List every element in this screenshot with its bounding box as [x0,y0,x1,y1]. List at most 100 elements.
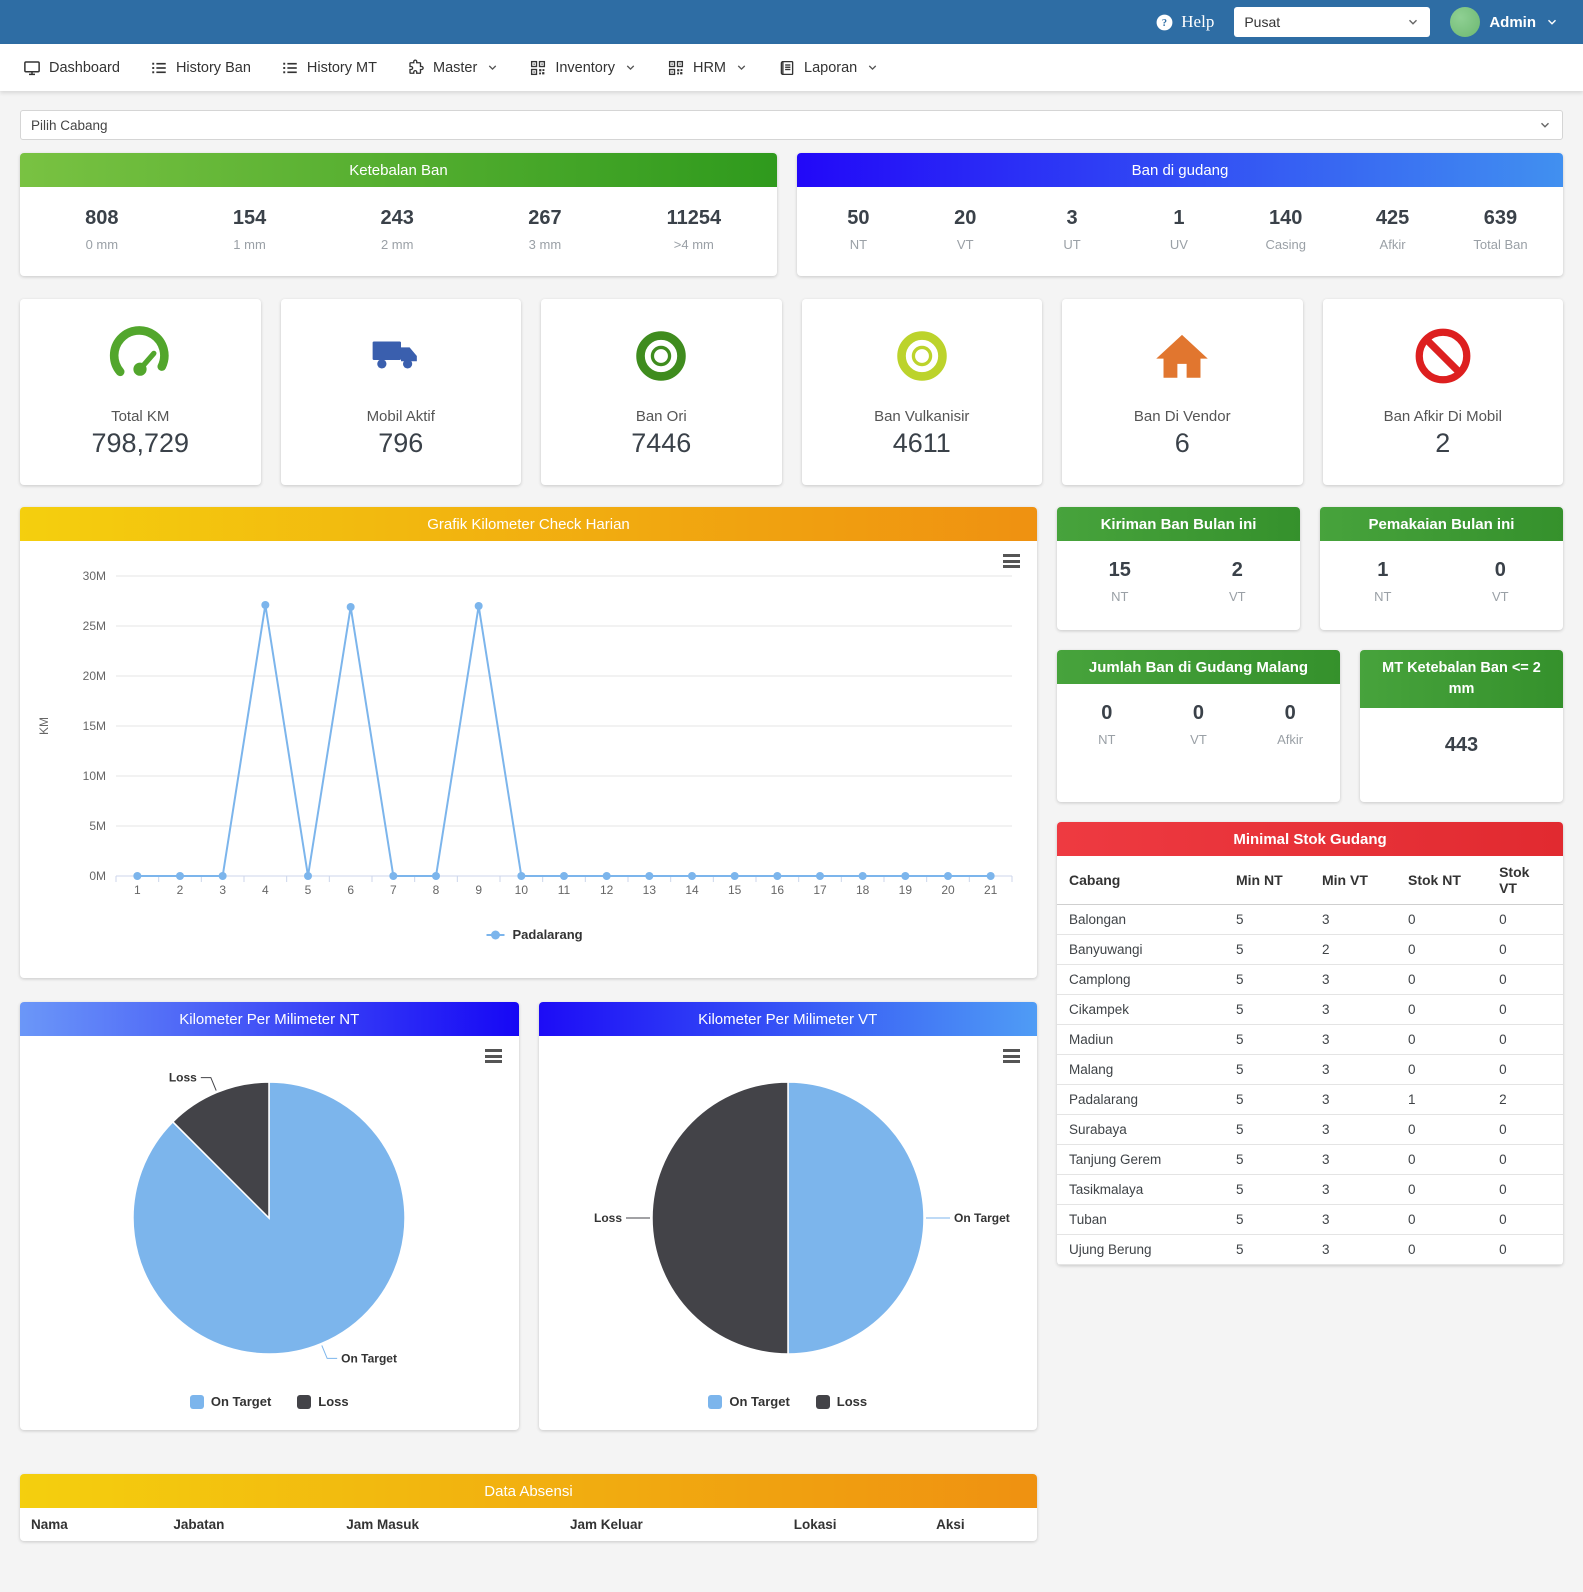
km-per-mm-vt-pie[interactable]: On TargetLoss [539,1036,1037,1388]
qr-grid-icon [529,59,547,77]
menu-item-hrm[interactable]: HRM [652,44,763,91]
stat-card-ban-afkir-di-mobil: Ban Afkir Di Mobil 2 [1323,299,1564,485]
speedometer-icon [100,323,180,389]
table-row: Camplong5300 [1057,965,1563,995]
legend-item-on-target[interactable]: On Target [708,1394,789,1409]
stat-label: VT [939,237,991,252]
menu-item-history-ban[interactable]: History Ban [135,44,266,91]
monitor-icon [23,59,41,77]
svg-text:12: 12 [600,883,614,897]
table-cell: 3 [1310,1025,1396,1055]
stat-label: Total Ban [1473,237,1527,252]
stat-value: 154 [224,207,276,230]
pemakaian-card: Pemakaian Bulan ini 1NT0VT [1320,507,1563,630]
menu-item-laporan[interactable]: Laporan [763,44,894,91]
column-header: Lokasi [783,1508,925,1541]
menu-item-dashboard[interactable]: Dashboard [8,44,135,91]
stat-value: 11254 [667,207,722,230]
menu-item-label: Master [433,60,477,76]
legend-item-loss[interactable]: Loss [816,1394,867,1409]
chevron-down-icon [866,61,879,74]
home-icon [1142,323,1222,389]
table-cell: 0 [1487,1025,1563,1055]
table-cell: Tasikmalaya [1057,1175,1224,1205]
pilih-cabang-placeholder: Pilih Cabang [31,118,108,133]
main-menubar: DashboardHistory Ban History MT Master Inve… [0,44,1583,91]
table-cell: Banyuwangi [1057,935,1224,965]
menu-item-master[interactable]: Master [392,44,514,91]
table-row: Madiun5300 [1057,1025,1563,1055]
list-icon [281,59,299,77]
stat-card-value: 2 [1323,428,1564,459]
table-row: Balongan5300 [1057,905,1563,935]
svg-text:1: 1 [134,883,141,897]
menu-item-label: Laporan [804,60,857,76]
stat-value: 243 [371,207,423,230]
list-icon [150,59,168,77]
table-cell: 5 [1224,905,1310,935]
svg-text:13: 13 [643,883,657,897]
help-button[interactable]: ? Help [1155,12,1214,32]
pemakaian-title: Pemakaian Bulan ini [1320,507,1563,541]
stat-value: 267 [519,207,571,230]
stat-card-value: 6 [1062,428,1303,459]
pilih-cabang-select[interactable]: Pilih Cabang [20,110,1563,140]
legend-item-on-target[interactable]: On Target [190,1394,271,1409]
stat-afkir: 0Afkir [1264,702,1316,747]
minimal-stok-card: Minimal Stok Gudang CabangMin NTMin VTSt… [1057,822,1563,1265]
svg-text:8: 8 [433,883,440,897]
km-per-mm-nt-pie[interactable]: On TargetLoss [20,1036,518,1388]
stat-label: NT [832,237,884,252]
table-cell: 3 [1310,1175,1396,1205]
mt-ketebalan-title: MT Ketebalan Ban <= 2 mm [1360,650,1563,708]
stat-vt: 0VT [1172,702,1224,747]
svg-text:5M: 5M [89,819,106,833]
chevron-down-icon [735,61,748,74]
data-absensi-title: Data Absensi [20,1474,1037,1508]
stat-card-title: Ban Di Vendor [1062,408,1303,425]
svg-text:30M: 30M [83,569,106,583]
table-cell: Camplong [1057,965,1224,995]
legend-item-loss[interactable]: Loss [297,1394,348,1409]
chart-menu-icon[interactable] [1003,554,1020,571]
column-header: Aksi [925,1508,1037,1541]
stat-value: 425 [1367,207,1419,230]
menu-item-history-mt[interactable]: History MT [266,44,392,91]
column-header: Jam Masuk [335,1508,559,1541]
column-header: Stok NT [1396,856,1487,905]
svg-text:11: 11 [558,883,571,897]
branch-select[interactable]: Pusat [1234,7,1430,37]
table-cell: 0 [1396,905,1487,935]
stat-3-mm: 2673 mm [519,207,571,252]
km-check-line-chart[interactable]: 0M5M10M15M20M25M30MKM1234567891011121314… [20,541,1037,973]
stat-label: Casing [1260,237,1312,252]
user-menu[interactable]: Admin [1450,7,1559,37]
content-row: Grafik Kilometer Check Harian 0M5M10M15M… [20,507,1563,1541]
stat-4-mm: 11254>4 mm [667,207,722,252]
stat-card-title: Ban Afkir Di Mobil [1323,408,1564,425]
tire-icon [882,323,962,389]
column-header: Jam Keluar [559,1508,783,1541]
branch-select-value: Pusat [1244,14,1280,30]
table-cell: 5 [1224,1145,1310,1175]
table-cell: Cikampek [1057,995,1224,1025]
chart-menu-icon[interactable] [1003,1049,1020,1066]
chevron-down-icon [1406,15,1420,29]
menu-item-label: History MT [307,60,377,76]
svg-text:21: 21 [984,883,998,897]
menu-item-inventory[interactable]: Inventory [514,44,652,91]
svg-text:10: 10 [515,883,529,897]
table-cell: 0 [1396,1235,1487,1265]
pie-legend: On Target Loss [539,1394,1038,1409]
chart-menu-icon[interactable] [485,1049,502,1066]
table-cell: 0 [1487,1235,1563,1265]
table-cell: 0 [1487,965,1563,995]
stat-ut: 3UT [1046,207,1098,252]
user-name: Admin [1489,14,1536,31]
table-cell: Surabaya [1057,1115,1224,1145]
stat-label: 1 mm [224,237,276,252]
stat-label: 0 mm [76,237,128,252]
stat-value: 639 [1473,207,1527,230]
km-per-mm-vt-body: On TargetLoss On TargetLoss [539,1036,1038,1409]
ban-di-gudang-stats: 50NT20VT3UT1UV140Casing425Afkir639Total … [797,187,1563,276]
